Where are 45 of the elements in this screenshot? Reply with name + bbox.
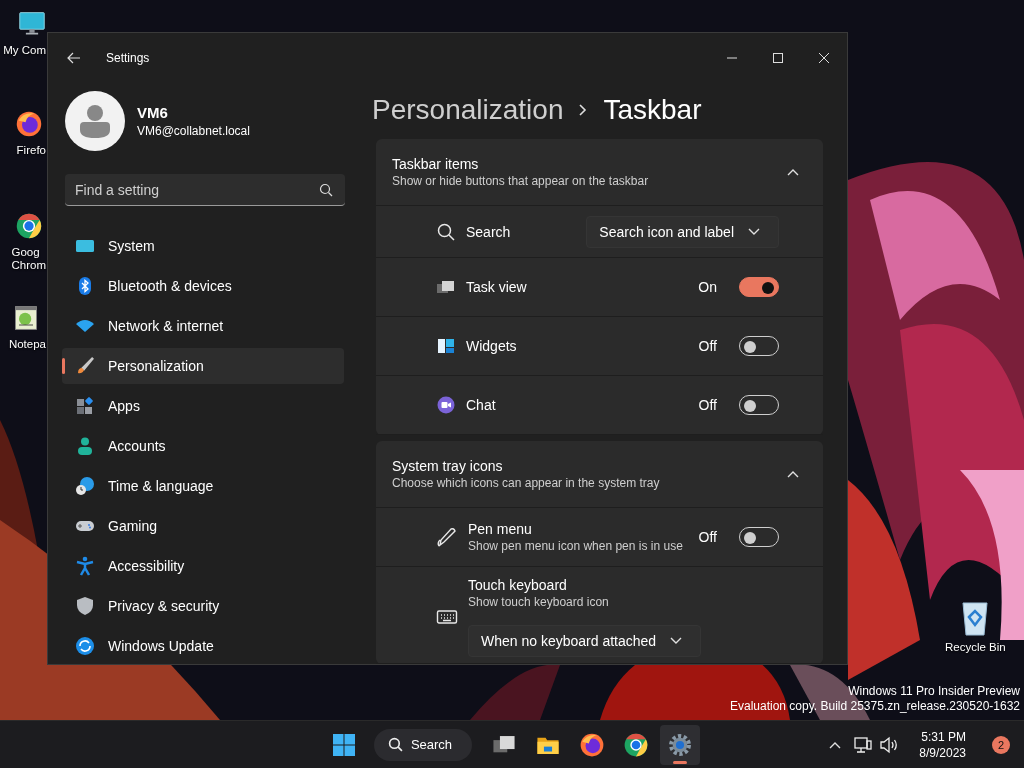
toggle-state: On <box>698 279 717 295</box>
desktop-icon-label[interactable]: My Com <box>3 44 46 58</box>
search-field[interactable]: Find a setting <box>65 174 345 206</box>
nav-item[interactable]: System <box>62 228 344 264</box>
nav-item[interactable]: Gaming <box>62 508 344 544</box>
page-title: Taskbar <box>603 94 702 126</box>
setting-label: Touch keyboard <box>468 577 568 593</box>
taskbar-search[interactable]: Search <box>373 728 473 761</box>
nav-item[interactable]: Bluetooth & devices <box>62 268 344 304</box>
nav-item[interactable]: Personalization <box>62 348 344 384</box>
clock[interactable]: 5:31 PM 8/9/2023 <box>913 727 972 762</box>
section-subtitle: Choose which icons can appear in the system tray <box>392 476 661 490</box>
nav-item[interactable]: Apps <box>62 388 344 424</box>
dropdown[interactable]: Search icon and label <box>586 215 779 248</box>
toggle-state: Off <box>698 338 717 354</box>
toggle-state: Off <box>698 529 717 545</box>
notification-badge[interactable]: 2 <box>992 735 1010 754</box>
nav-item[interactable]: Privacy & security <box>62 588 344 624</box>
toggle-state: Off <box>698 397 717 413</box>
setting-label: Search <box>466 223 512 240</box>
watermark-text: Windows 11 Pro Insider Preview <box>848 684 1020 699</box>
desktop-icon-label[interactable]: Recycle Bin <box>945 641 1006 655</box>
desktop-icon-label[interactable]: Goog Chrom <box>11 246 46 273</box>
setting-description: Show pen menu icon when pen is in use <box>468 539 684 553</box>
window-title: Settings <box>106 51 151 65</box>
user-email: VM6@collabnet.local <box>137 124 250 138</box>
nav-item[interactable]: Accessibility <box>62 548 344 584</box>
section-title: System tray icons <box>392 458 504 474</box>
user-name: VM6 <box>137 104 169 121</box>
nav-item[interactable]: Accounts <box>62 428 344 464</box>
desktop-icon-label[interactable]: Firefo <box>16 144 46 158</box>
desktop-icon-label[interactable]: Notepa <box>8 338 46 352</box>
setting-label: Pen menu <box>468 521 533 537</box>
setting-label: Chat <box>466 397 497 413</box>
nav-item[interactable]: Windows Update <box>62 628 344 664</box>
section-title: Taskbar items <box>392 156 480 172</box>
breadcrumb-link[interactable]: Personalization <box>372 94 564 126</box>
nav-item[interactable]: Network & internet <box>62 308 344 344</box>
nav-item[interactable]: Time & language <box>62 468 344 504</box>
watermark-text: Evaluation copy. Build 25375.zn_release.230520-1632 <box>730 699 1020 714</box>
section-subtitle: Show or hide buttons that appear on the taskbar <box>392 174 650 188</box>
dropdown[interactable]: When no keyboard attached <box>468 625 702 657</box>
setting-label: Widgets <box>466 338 518 354</box>
setting-description: Show touch keyboard icon <box>468 595 610 609</box>
setting-label: Task view <box>466 279 528 295</box>
